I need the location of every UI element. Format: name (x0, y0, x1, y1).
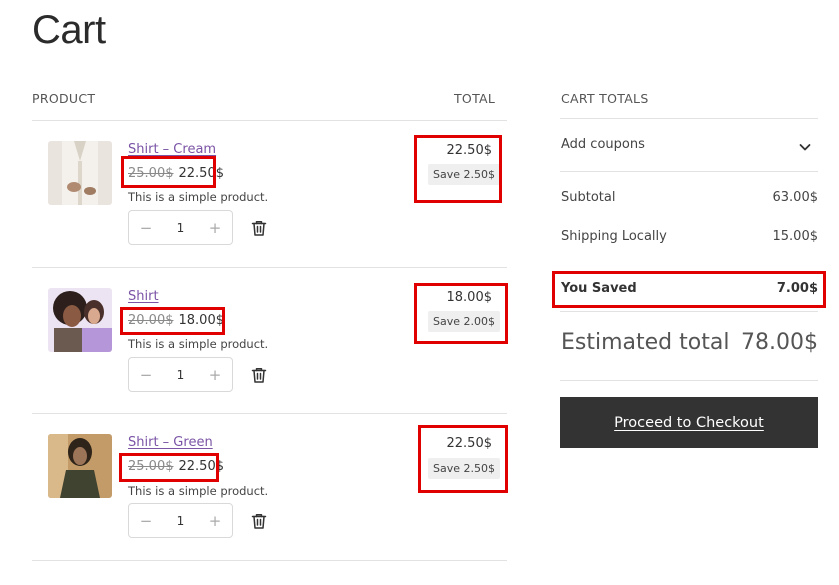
quantity-stepper: − 1 + (128, 503, 233, 538)
save-badge: Save 2.50$ (428, 458, 500, 479)
divider (32, 120, 507, 121)
quantity-value[interactable]: 1 (177, 221, 185, 235)
subtotal-value: 63.00$ (772, 190, 819, 205)
total-column-header: TOTAL (454, 91, 496, 106)
trash-icon[interactable] (250, 512, 268, 530)
sale-price: 22.50$ (178, 166, 225, 181)
quantity-stepper: − 1 + (128, 357, 233, 392)
chevron-down-icon[interactable] (798, 139, 812, 153)
regular-price: 25.00$ (128, 459, 174, 474)
product-name-link[interactable]: Shirt – Green (128, 435, 213, 450)
save-badge: Save 2.50$ (428, 164, 500, 185)
line-total: 18.00$ (446, 290, 493, 305)
product-thumbnail[interactable] (48, 141, 112, 205)
shirt-cream-image (48, 141, 112, 205)
product-description: This is a simple product. (128, 190, 269, 204)
sale-price: 18.00$ (178, 313, 225, 328)
estimated-total-value: 78.00$ (741, 330, 818, 355)
increase-quantity-button[interactable]: + (208, 366, 222, 384)
line-total: 22.50$ (446, 143, 493, 158)
decrease-quantity-button[interactable]: − (139, 219, 153, 237)
shirt-image (48, 288, 112, 352)
trash-icon[interactable] (250, 219, 268, 237)
product-description: This is a simple product. (128, 484, 269, 498)
divider (560, 311, 818, 312)
line-total: 22.50$ (446, 436, 493, 451)
shipping-value: 15.00$ (772, 229, 819, 244)
page-title: Cart (32, 8, 106, 52)
quantity-value[interactable]: 1 (177, 368, 185, 382)
add-coupons-toggle[interactable]: Add coupons (561, 137, 645, 152)
increase-quantity-button[interactable]: + (208, 219, 222, 237)
cart-totals-heading: CART TOTALS (561, 91, 649, 106)
shipping-label: Shipping Locally (561, 229, 667, 244)
proceed-to-checkout-button[interactable]: Proceed to Checkout (560, 397, 818, 448)
shirt-green-image (48, 434, 112, 498)
divider (560, 171, 818, 172)
product-thumbnail[interactable] (48, 288, 112, 352)
sale-price: 22.50$ (178, 459, 225, 474)
you-saved-label: You Saved (561, 281, 637, 296)
estimated-total-label: Estimated total (561, 330, 730, 355)
decrease-quantity-button[interactable]: − (139, 366, 153, 384)
divider (560, 118, 818, 119)
product-price: 25.00$ 22.50$ (128, 459, 224, 474)
product-column-header: PRODUCT (32, 91, 96, 106)
divider (32, 413, 507, 414)
quantity-value[interactable]: 1 (177, 514, 185, 528)
product-thumbnail[interactable] (48, 434, 112, 498)
you-saved-value: 7.00$ (776, 281, 818, 296)
divider (32, 560, 507, 561)
product-name-link[interactable]: Shirt (128, 289, 159, 304)
product-name-link[interactable]: Shirt – Cream (128, 142, 216, 157)
decrease-quantity-button[interactable]: − (139, 512, 153, 530)
divider (32, 267, 507, 268)
trash-icon[interactable] (250, 366, 268, 384)
regular-price: 20.00$ (128, 313, 174, 328)
product-price: 25.00$ 22.50$ (128, 166, 224, 181)
save-badge: Save 2.00$ (428, 311, 500, 332)
quantity-stepper: − 1 + (128, 210, 233, 245)
product-description: This is a simple product. (128, 337, 269, 351)
divider (560, 380, 818, 381)
regular-price: 25.00$ (128, 166, 174, 181)
subtotal-label: Subtotal (561, 190, 616, 205)
increase-quantity-button[interactable]: + (208, 512, 222, 530)
product-price: 20.00$ 18.00$ (128, 313, 224, 328)
